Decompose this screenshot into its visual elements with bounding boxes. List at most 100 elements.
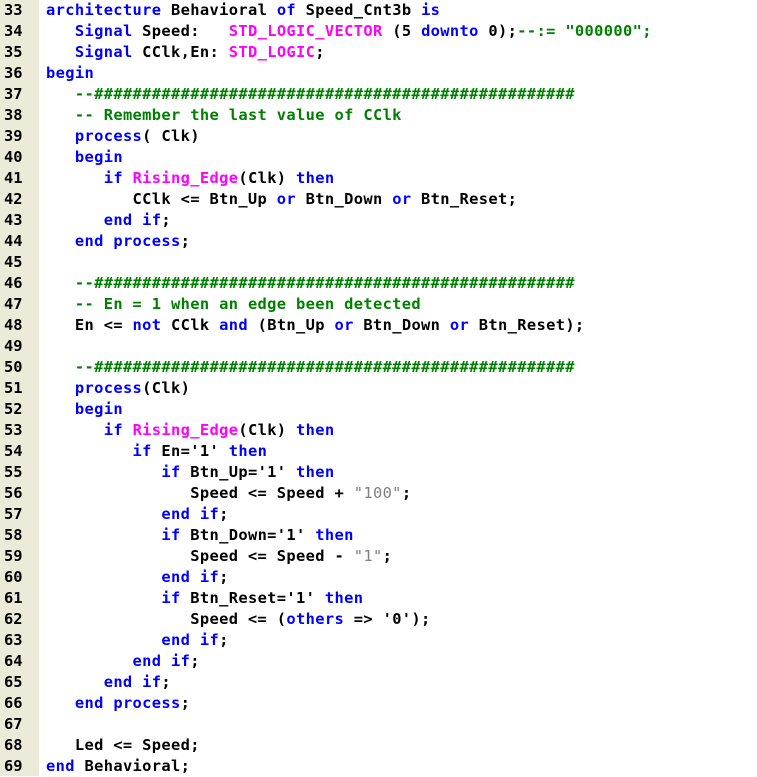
code-keyword: if [103, 169, 123, 187]
code-token: Btn_Up='1' [180, 463, 297, 481]
code-token: CClk [161, 316, 220, 334]
code-text: process( Clk) [46, 126, 200, 147]
code-text: architecture Behavioral of Speed_Cnt3b i… [46, 0, 440, 21]
code-keyword: not [132, 316, 162, 334]
code-text: if En='1' then [46, 441, 267, 462]
line-number: 69 [4, 757, 23, 775]
line-number: 43 [4, 211, 23, 229]
line-number: 59 [4, 547, 23, 565]
line-number: 36 [4, 64, 23, 82]
code-keyword: architecture [46, 1, 162, 19]
code-token: Btn_Reset); [469, 316, 585, 334]
line-number: 64 [4, 652, 23, 670]
line-number: 68 [4, 736, 23, 754]
line-number: 67 [4, 715, 23, 733]
code-comment: -- En = 1 when an edge been detected [74, 295, 422, 313]
code-keyword: or [392, 190, 412, 208]
line-number: 54 [4, 442, 23, 460]
code-comment: --######################################… [74, 85, 575, 103]
line-number: 48 [4, 316, 23, 334]
code-text: Speed <= Speed - "1"; [46, 546, 392, 567]
code-keyword: then [296, 169, 335, 187]
line-number: 37 [4, 85, 23, 103]
code-token: CClk,En: [132, 43, 229, 61]
code-comment: -- Remember the last value of CClk [74, 106, 402, 124]
code-token: CClk <= Btn_Up [46, 190, 277, 208]
code-keyword: or [449, 316, 470, 334]
code-keyword: if [103, 421, 123, 439]
code-keyword: end [46, 757, 75, 775]
code-token: Btn_Down='1' [180, 526, 316, 544]
code-keyword: of [276, 1, 297, 19]
code-token: 0); [478, 22, 518, 40]
line-number: 38 [4, 106, 23, 124]
line-number: 58 [4, 526, 23, 544]
code-keyword: process [74, 379, 143, 397]
line-number: 66 [4, 694, 23, 712]
code-comment: --######################################… [74, 274, 575, 292]
code-keyword: end process [74, 232, 181, 250]
code-text: if Btn_Down='1' then [46, 525, 354, 546]
line-number: 41 [4, 169, 23, 187]
line-number: 65 [4, 673, 23, 691]
line-number: 62 [4, 610, 23, 628]
line-number: 46 [4, 274, 23, 292]
code-text: if Rising_Edge(Clk) then [46, 420, 335, 441]
line-number: 49 [4, 337, 23, 355]
code-keyword: end if [103, 211, 162, 229]
code-token: ; [382, 547, 393, 565]
line-number: 51 [4, 379, 23, 397]
code-text: process(Clk) [46, 378, 190, 399]
line-number: 42 [4, 190, 23, 208]
line-number: 50 [4, 358, 23, 376]
code-keyword: begin [74, 400, 123, 418]
line-number: 55 [4, 463, 23, 481]
code-keyword: begin [74, 148, 123, 166]
line-number: 61 [4, 589, 23, 607]
code-keyword: is [421, 1, 441, 19]
code-token: => '0'); [344, 610, 431, 628]
code-token: STD_LOGIC [228, 43, 316, 61]
code-text: end if; [46, 672, 171, 693]
code-token: ; [219, 505, 229, 523]
line-number: 40 [4, 148, 23, 166]
code-keyword: end if [103, 673, 162, 691]
code-text: --######################################… [46, 273, 575, 294]
code-text: end if; [46, 651, 200, 672]
code-keyword: if [161, 526, 181, 544]
line-number: 34 [4, 22, 23, 40]
code-token: "100" [353, 484, 402, 502]
code-keyword: end if [132, 652, 191, 670]
code-text: -- Remember the last value of CClk [46, 105, 402, 126]
code-keyword: end process [74, 694, 181, 712]
code-text: end if; [46, 630, 229, 651]
code-token: ; [180, 694, 191, 712]
code-text: end if; [46, 567, 229, 588]
code-token: ; [219, 631, 229, 649]
code-token: Speed <= Speed + [46, 484, 354, 502]
code-token: Rising_Edge [132, 421, 239, 439]
code-editor[interactable]: 33 architecture Behavioral of Speed_Cnt3b… [0, 0, 757, 776]
code-keyword: then [315, 526, 354, 544]
code-token: (Clk) [238, 169, 297, 187]
code-keyword: Signal [74, 43, 133, 61]
code-text: end process; [46, 231, 190, 252]
code-text: En <= not CClk and (Btn_Up or Btn_Down o… [46, 315, 585, 336]
code-text: Speed <= Speed + "100"; [46, 483, 411, 504]
code-token: ; [401, 484, 412, 502]
line-number: 33 [4, 1, 23, 19]
line-number: 39 [4, 127, 23, 145]
code-text: Speed <= (others => '0'); [46, 609, 431, 630]
